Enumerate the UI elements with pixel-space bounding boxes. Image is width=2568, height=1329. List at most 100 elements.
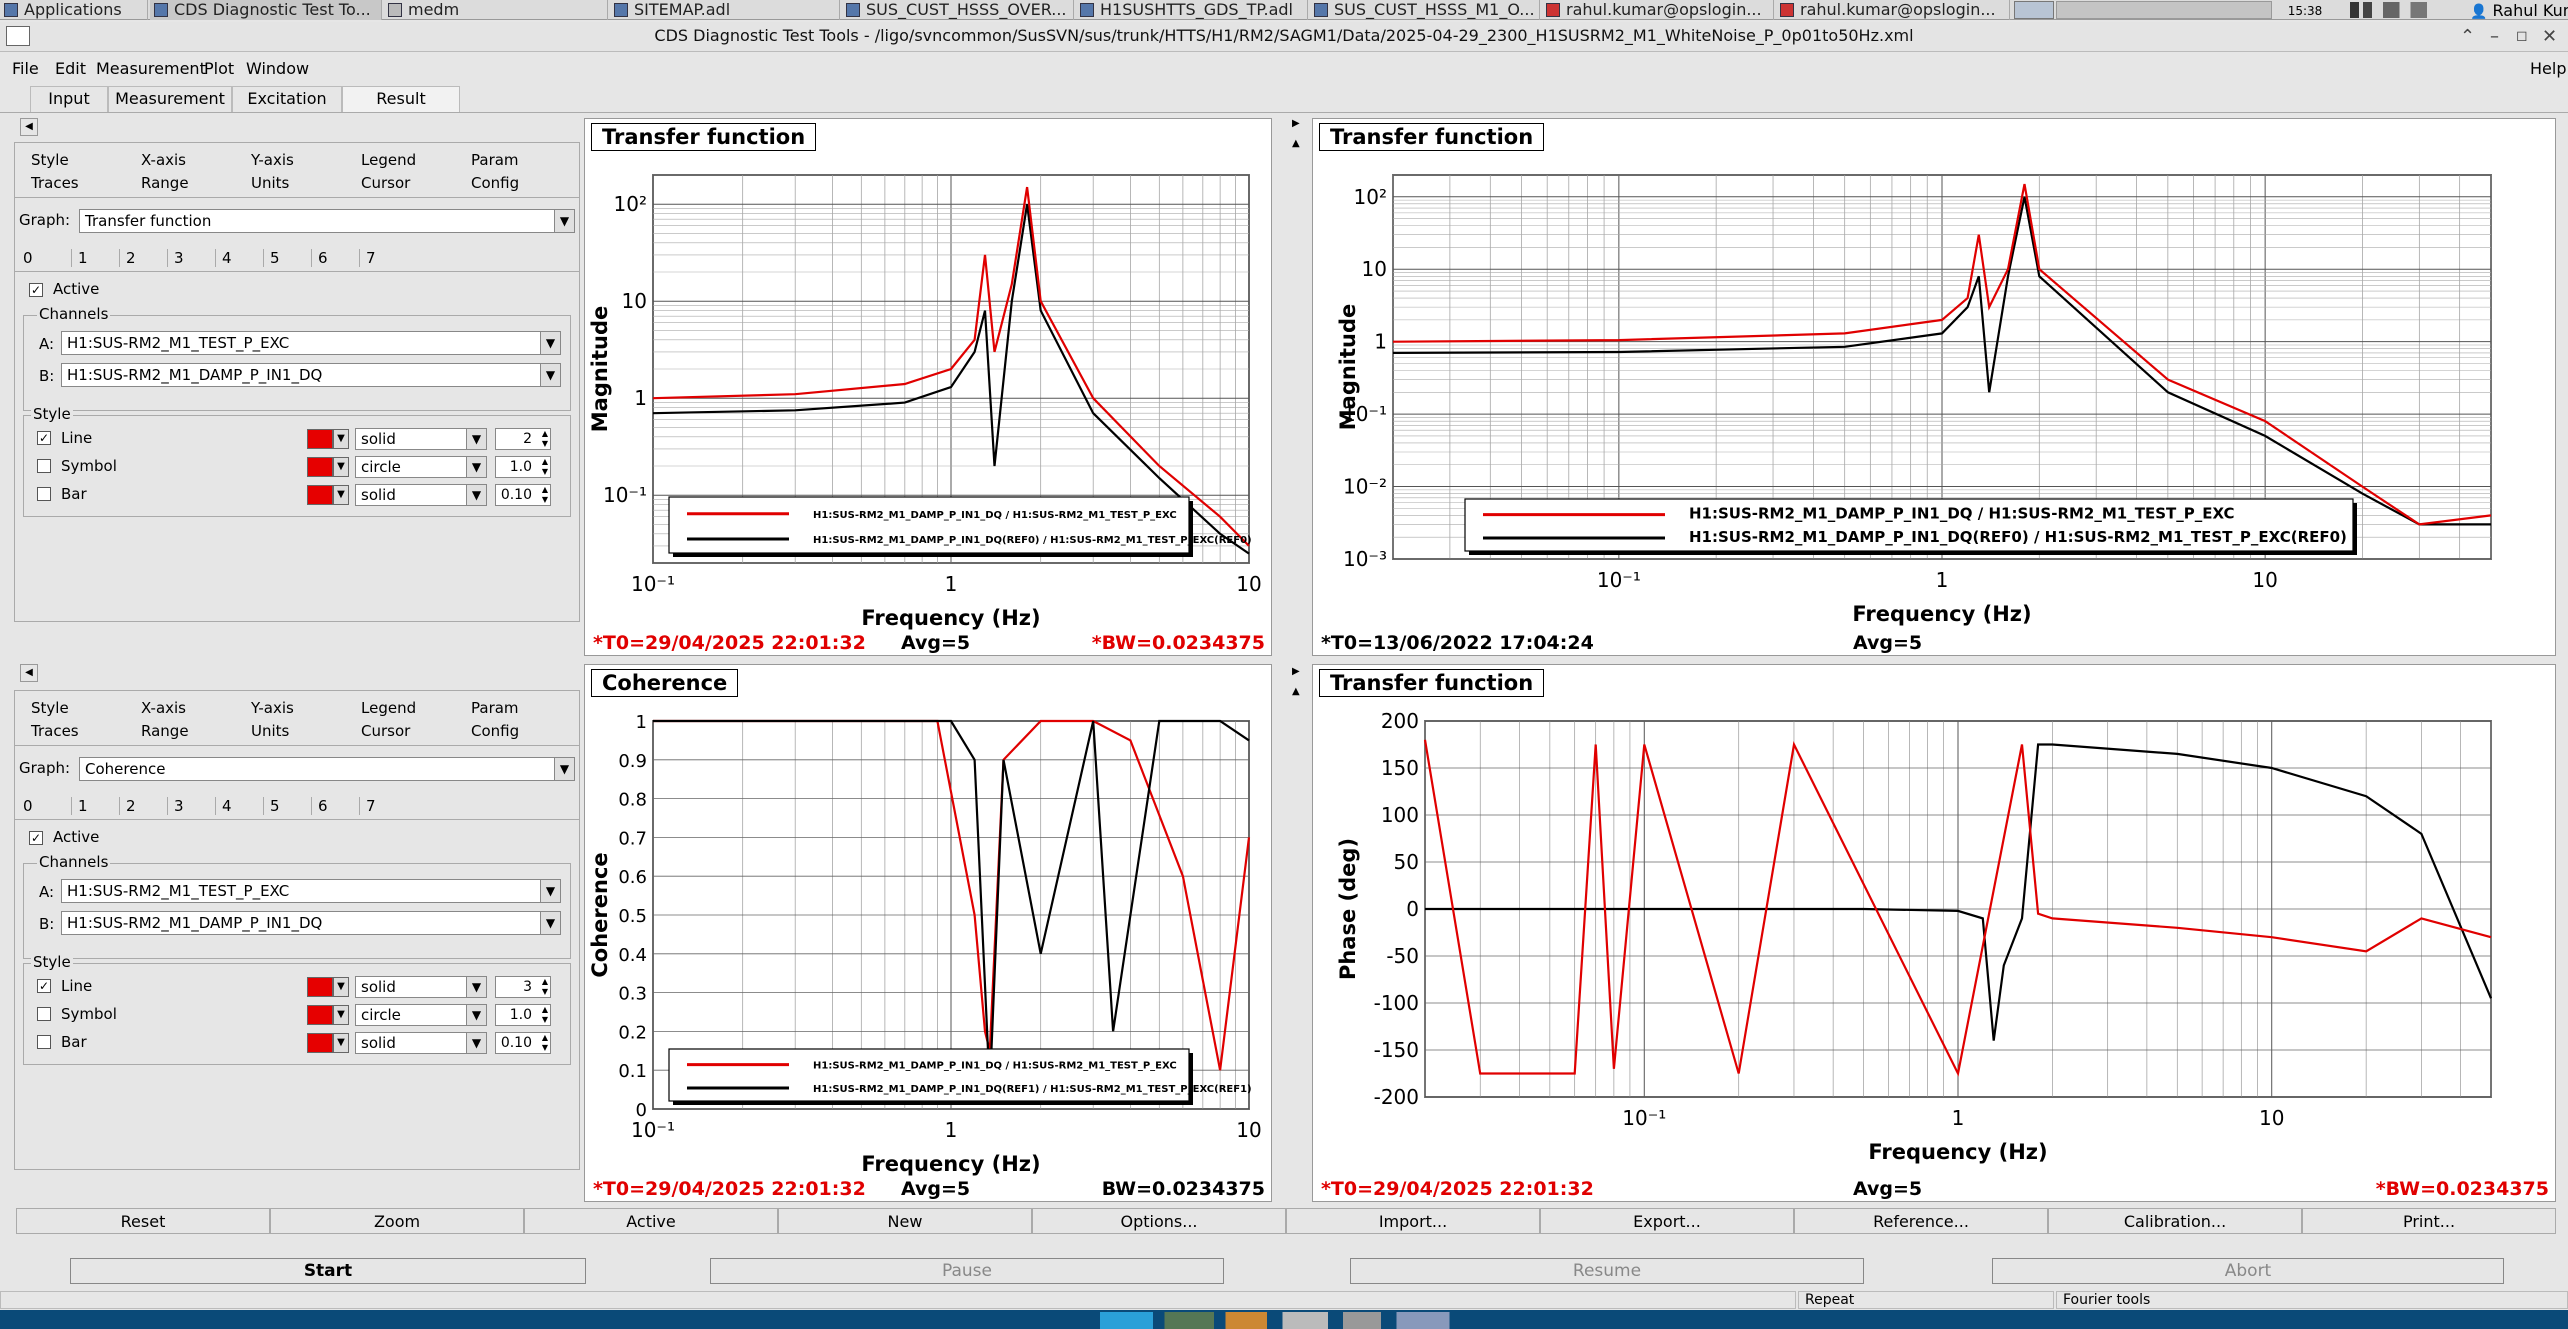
trace-tab[interactable]: 1 [71,249,119,267]
bar-checkbox[interactable] [37,487,51,501]
channel-b-select[interactable]: H1:SUS-RM2_M1_DAMP_P_IN1_DQ ▼ [61,363,561,387]
option-tab[interactable]: Y-axis [251,151,294,169]
option-tab[interactable]: Config [471,174,519,192]
bar-style-select[interactable]: solid ▼ [355,1032,487,1054]
option-tab[interactable]: Units [251,722,289,740]
active-checkbox[interactable]: ✓ [29,831,43,845]
dock-icons[interactable] [1100,1312,1480,1329]
trace-tab[interactable]: 2 [119,797,167,815]
color-swatch[interactable] [307,977,333,997]
pause-button[interactable]: Pause [710,1258,1224,1284]
plot-svg[interactable]: Transfer function10⁻¹ 1 1010²10110⁻¹10⁻²10… [1313,119,2557,657]
maximize-icon[interactable]: ◻ [2516,28,2528,44]
tab-input[interactable]: Input [30,86,108,112]
line-checkbox[interactable]: ✓ [37,431,51,445]
option-tab[interactable]: Traces [31,174,79,192]
chevron-down-icon[interactable]: ▼ [333,1033,349,1053]
scroll-up-icon[interactable]: ▲ [1292,686,1300,697]
menu-window[interactable]: Window [246,59,309,78]
color-swatch[interactable] [307,429,333,449]
resume-button[interactable]: Resume [1350,1258,1864,1284]
option-tab[interactable]: Range [141,722,189,740]
chevron-down-icon[interactable]: ▼ [333,1005,349,1025]
line-checkbox[interactable]: ✓ [37,979,51,993]
task-item[interactable]: SUS_CUST_HSSS_M1_O... [1310,0,1540,20]
color-swatch[interactable] [307,485,333,505]
line-style-select[interactable]: solid ▼ [355,976,487,998]
expand-right-icon[interactable]: ▶ [1292,666,1300,677]
tab-measurement[interactable]: Measurement [108,86,232,112]
trace-tab[interactable]: 5 [263,249,311,267]
tab-result[interactable]: Result [342,86,460,112]
symbol-style-select[interactable]: circle ▼ [355,456,487,478]
color-swatch[interactable] [307,1033,333,1053]
menu-plot[interactable]: Plot [204,59,234,78]
bar-checkbox[interactable] [37,1035,51,1049]
trace-tab[interactable]: 2 [119,249,167,267]
line-style-select[interactable]: solid ▼ [355,428,487,450]
task-item[interactable]: SUS_CUST_HSSS_OVER... [842,0,1074,20]
plot-panel-bottom-right[interactable]: Transfer function 10⁻¹ 1 10 200 150 100 50 0 -50 -… [1312,664,2556,1202]
menu-file[interactable]: File [12,59,39,78]
action-button[interactable]: Options... [1032,1208,1286,1234]
channel-a-select[interactable]: H1:SUS-RM2_M1_TEST_P_EXC ▼ [61,879,561,903]
line-width-spinner[interactable]: 2 ▲ ▼ [495,428,551,450]
collapse-left-icon[interactable]: ◀ [20,118,38,136]
symbol-checkbox[interactable] [37,1007,51,1021]
task-item[interactable]: H1SUSHTTS_GDS_TP.adl [1076,0,1308,20]
action-button[interactable]: Zoom [270,1208,524,1234]
plot-panel-top-right[interactable]: Transfer function 10⁻¹ 1 10 10² 10 1 10⁻¹ 10⁻² 10… [1312,118,2556,656]
trace-tab[interactable]: 7 [359,797,407,815]
trace-tab[interactable]: 4 [215,797,263,815]
option-tab[interactable]: Style [31,699,69,717]
chevron-down-icon[interactable]: ▼ [333,429,349,449]
option-tab[interactable]: Param [471,151,519,169]
graph-select[interactable]: Coherence ▼ [79,757,575,781]
graph-select[interactable]: Transfer function ▼ [79,209,575,233]
action-button[interactable]: Import... [1286,1208,1540,1234]
trace-tab[interactable]: 1 [71,797,119,815]
color-swatch[interactable] [307,1005,333,1025]
option-tab[interactable]: Style [31,151,69,169]
abort-button[interactable]: Abort [1992,1258,2504,1284]
user-menu[interactable]: 👤 Rahul Kumar [2470,1,2568,20]
menu-measurement[interactable]: Measurement [96,59,206,78]
trace-tab[interactable]: 3 [167,797,215,815]
task-item[interactable]: rahul.kumar@opslogin... [1542,0,1774,20]
plot-panel-top-left[interactable]: Transfer function 10⁻¹ 1 10 10² 10 1 10⁻¹ Freque… [584,118,1272,656]
chevron-down-icon[interactable]: ▼ [333,457,349,477]
channel-b-select[interactable]: H1:SUS-RM2_M1_DAMP_P_IN1_DQ ▼ [61,911,561,935]
trace-tab[interactable]: 5 [263,797,311,815]
plot-svg[interactable]: Coherence 10⁻¹ 1 10 1 0.9 0.8 0.7 0.6 0.5 0.4 0.3 0.… [585,665,1273,1203]
action-button[interactable]: Export... [1540,1208,1794,1234]
option-tab[interactable]: Traces [31,722,79,740]
option-tab[interactable]: Legend [361,699,416,717]
symbol-style-select[interactable]: circle ▼ [355,1004,487,1026]
option-tab[interactable]: Param [471,699,519,717]
tray-icons[interactable] [2350,2,2460,18]
trace-tab[interactable]: 6 [311,797,359,815]
chevron-down-icon[interactable]: ▼ [333,977,349,997]
action-button[interactable]: Print... [2302,1208,2556,1234]
plot-svg[interactable]: Transfer function 10⁻¹ 1 10 10² 10 1 10⁻¹ Freque… [585,119,1273,657]
workspace-1[interactable] [2014,1,2054,19]
bar-width-spinner[interactable]: 0.10 ▲ ▼ [495,1032,551,1054]
menu-edit[interactable]: Edit [55,59,86,78]
task-item[interactable]: SITEMAP.adl [610,0,840,20]
bar-style-select[interactable]: solid ▼ [355,484,487,506]
action-button[interactable]: Reset [16,1208,270,1234]
action-button[interactable]: New [778,1208,1032,1234]
chevron-down-icon[interactable]: ▼ [333,485,349,505]
symbol-width-spinner[interactable]: 1.0 ▲ ▼ [495,1004,551,1026]
option-tab[interactable]: Cursor [361,174,410,192]
workspace-switcher[interactable] [2056,1,2272,19]
trace-tab[interactable]: 4 [215,249,263,267]
collapse-left-icon[interactable]: ◀ [20,664,38,682]
applications-menu[interactable]: Applications [0,0,148,20]
scroll-up-icon[interactable]: ▲ [1292,138,1300,149]
minimize-icon[interactable]: – [2490,26,2499,47]
channel-a-select[interactable]: H1:SUS-RM2_M1_TEST_P_EXC ▼ [61,331,561,355]
option-tab[interactable]: Config [471,722,519,740]
plot-svg[interactable]: Transfer function 10⁻¹ 1 10 200 150 100 50 0 -50 -… [1313,665,2557,1203]
task-item[interactable]: CDS Diagnostic Test To... [150,0,382,20]
